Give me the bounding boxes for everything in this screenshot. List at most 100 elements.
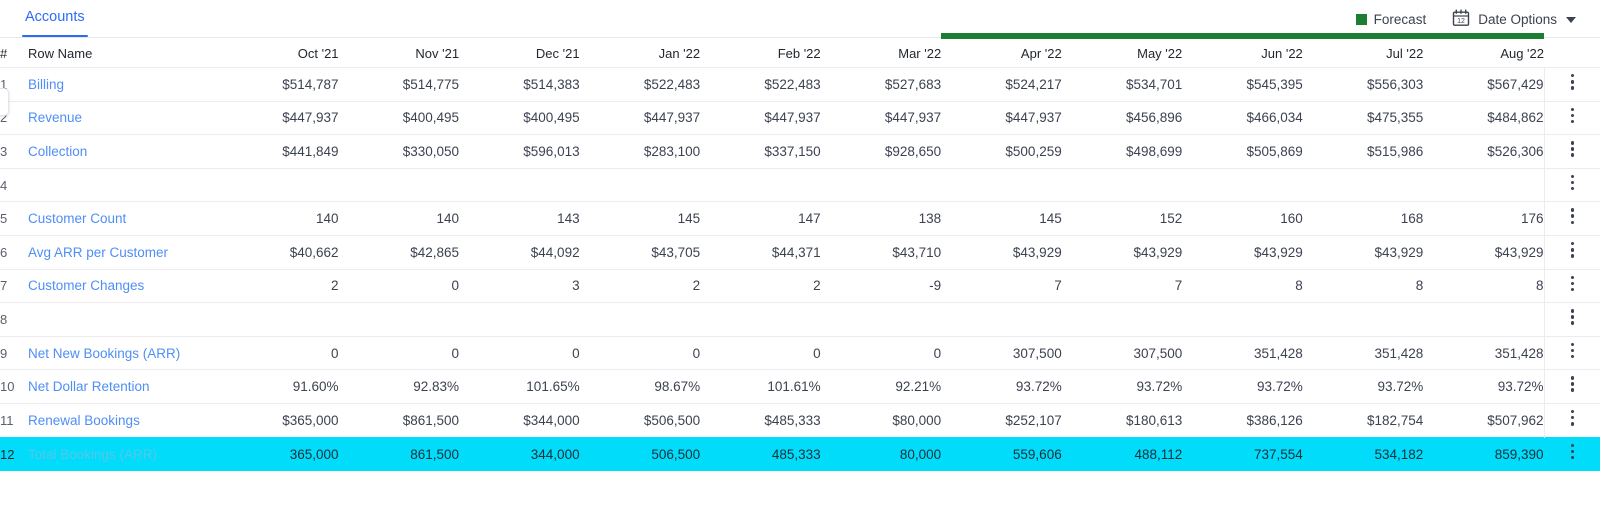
cell-value[interactable]: $456,896 bbox=[1061, 100, 1183, 135]
cell-value[interactable]: 344,000 bbox=[459, 436, 580, 471]
cell-value[interactable]: 93.72% bbox=[1423, 369, 1544, 404]
cell-value[interactable]: 91.60% bbox=[218, 369, 339, 404]
cell-value[interactable]: $567,429 bbox=[1423, 67, 1544, 102]
cell-value[interactable]: $514,787 bbox=[218, 67, 339, 102]
cell-value[interactable]: $861,500 bbox=[338, 402, 460, 438]
cell-value[interactable]: $43,929 bbox=[1061, 234, 1183, 270]
cell-value[interactable]: $43,929 bbox=[1423, 234, 1544, 270]
cell-value[interactable]: 2 bbox=[218, 268, 339, 303]
cell-value[interactable]: 140 bbox=[338, 201, 460, 236]
cell-value[interactable]: $447,937 bbox=[941, 100, 1062, 135]
cell-value[interactable]: $344,000 bbox=[459, 402, 580, 438]
cell-value[interactable]: $507,962 bbox=[1423, 402, 1544, 438]
row-name-link[interactable]: Net Dollar Retention bbox=[28, 369, 218, 404]
cell-value[interactable]: $42,865 bbox=[338, 234, 460, 270]
cell-value[interactable]: 0 bbox=[218, 335, 339, 370]
row-name-link[interactable]: Billing bbox=[28, 67, 218, 102]
cell-value[interactable]: $498,699 bbox=[1061, 134, 1183, 169]
cell-value[interactable]: $43,710 bbox=[820, 234, 942, 270]
cell-value[interactable] bbox=[1061, 167, 1183, 202]
cell-value[interactable]: 0 bbox=[338, 335, 460, 370]
cell-value[interactable]: $365,000 bbox=[218, 402, 339, 438]
cell-value[interactable] bbox=[459, 302, 580, 337]
date-options-button[interactable]: 12 Date Options bbox=[1452, 9, 1576, 30]
cell-value[interactable] bbox=[941, 167, 1062, 202]
cell-value[interactable]: $447,937 bbox=[218, 100, 339, 135]
cell-value[interactable]: $527,683 bbox=[820, 67, 942, 102]
cell-value[interactable]: 2 bbox=[579, 268, 701, 303]
cell-value[interactable]: 0 bbox=[700, 335, 821, 370]
left-edge-handle[interactable] bbox=[0, 88, 9, 116]
cell-value[interactable]: 534,182 bbox=[1302, 436, 1424, 471]
cell-value[interactable]: $283,100 bbox=[579, 134, 701, 169]
cell-value[interactable] bbox=[1423, 167, 1544, 202]
kebab-menu-icon[interactable] bbox=[1570, 273, 1574, 294]
cell-value[interactable]: 101.61% bbox=[700, 369, 821, 404]
cell-value[interactable]: 859,390 bbox=[1423, 436, 1544, 471]
kebab-menu-icon[interactable] bbox=[1570, 340, 1574, 361]
tab-accounts[interactable]: Accounts bbox=[22, 8, 88, 37]
cell-value[interactable]: $252,107 bbox=[941, 402, 1062, 438]
cell-value[interactable]: 737,554 bbox=[1182, 436, 1303, 471]
cell-value[interactable]: $515,986 bbox=[1302, 134, 1424, 169]
cell-value[interactable]: $337,150 bbox=[700, 134, 821, 169]
cell-value[interactable]: $43,705 bbox=[579, 234, 701, 270]
cell-value[interactable]: 861,500 bbox=[338, 436, 460, 471]
cell-value[interactable]: 351,428 bbox=[1182, 335, 1303, 370]
cell-value[interactable]: $534,701 bbox=[1061, 67, 1183, 102]
cell-value[interactable]: 80,000 bbox=[820, 436, 942, 471]
cell-value[interactable]: 145 bbox=[579, 201, 701, 236]
cell-value[interactable] bbox=[579, 167, 701, 202]
cell-value[interactable]: 506,500 bbox=[579, 436, 701, 471]
cell-value[interactable]: $80,000 bbox=[820, 402, 942, 438]
cell-value[interactable]: 559,606 bbox=[941, 436, 1062, 471]
cell-value[interactable]: $43,929 bbox=[1182, 234, 1303, 270]
kebab-menu-icon[interactable] bbox=[1570, 71, 1574, 92]
row-name-link[interactable]: Collection bbox=[28, 134, 218, 169]
cell-value[interactable] bbox=[700, 167, 821, 202]
cell-value[interactable]: 488,112 bbox=[1061, 436, 1183, 471]
cell-value[interactable]: $441,849 bbox=[218, 134, 339, 169]
cell-value[interactable]: $44,092 bbox=[459, 234, 580, 270]
cell-value[interactable]: 8 bbox=[1423, 268, 1544, 303]
cell-value[interactable] bbox=[820, 167, 942, 202]
cell-value[interactable]: 98.67% bbox=[579, 369, 701, 404]
cell-value[interactable] bbox=[820, 302, 942, 337]
cell-value[interactable] bbox=[700, 302, 821, 337]
cell-value[interactable]: 140 bbox=[218, 201, 339, 236]
cell-value[interactable] bbox=[218, 302, 339, 337]
cell-value[interactable] bbox=[338, 167, 460, 202]
cell-value[interactable]: $43,929 bbox=[1302, 234, 1424, 270]
cell-value[interactable]: $928,650 bbox=[820, 134, 942, 169]
cell-value[interactable]: 8 bbox=[1182, 268, 1303, 303]
kebab-menu-icon[interactable] bbox=[1570, 239, 1574, 260]
cell-value[interactable]: $524,217 bbox=[941, 67, 1062, 102]
cell-value[interactable]: -9 bbox=[820, 268, 942, 303]
cell-value[interactable] bbox=[1061, 302, 1183, 337]
row-name-link[interactable]: Total Bookings (ARR) bbox=[28, 436, 218, 471]
row-name-link[interactable]: Renewal Bookings bbox=[28, 402, 218, 438]
cell-value[interactable]: $475,355 bbox=[1302, 100, 1424, 135]
kebab-menu-icon[interactable] bbox=[1570, 105, 1574, 126]
cell-value[interactable]: $596,013 bbox=[459, 134, 580, 169]
cell-value[interactable]: 0 bbox=[820, 335, 942, 370]
cell-value[interactable] bbox=[1423, 302, 1544, 337]
cell-value[interactable]: 92.83% bbox=[338, 369, 460, 404]
cell-value[interactable]: $44,371 bbox=[700, 234, 821, 270]
cell-value[interactable]: $386,126 bbox=[1182, 402, 1303, 438]
cell-value[interactable]: 8 bbox=[1302, 268, 1424, 303]
kebab-menu-icon[interactable] bbox=[1570, 139, 1574, 160]
cell-value[interactable]: 307,500 bbox=[941, 335, 1062, 370]
cell-value[interactable]: 176 bbox=[1423, 201, 1544, 236]
cell-value[interactable]: $514,775 bbox=[338, 67, 460, 102]
cell-value[interactable]: 152 bbox=[1061, 201, 1183, 236]
cell-value[interactable]: $522,483 bbox=[579, 67, 701, 102]
cell-value[interactable] bbox=[338, 302, 460, 337]
cell-value[interactable]: $182,754 bbox=[1302, 402, 1424, 438]
kebab-menu-icon[interactable] bbox=[1570, 206, 1574, 227]
cell-value[interactable]: $43,929 bbox=[941, 234, 1062, 270]
cell-value[interactable]: $40,662 bbox=[218, 234, 339, 270]
cell-value[interactable]: $447,937 bbox=[579, 100, 701, 135]
row-name-link[interactable]: Revenue bbox=[28, 100, 218, 135]
cell-value[interactable] bbox=[941, 302, 1062, 337]
